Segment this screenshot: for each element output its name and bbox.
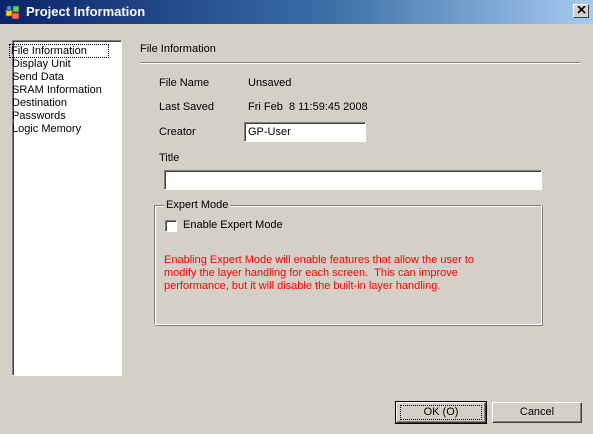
warning-line-1: Enabling Expert Mode will enable feature… xyxy=(164,254,475,266)
nav-item-destination[interactable]: Destination xyxy=(12,97,108,109)
enable-expert-mode-label[interactable]: Enable Expert Mode xyxy=(183,219,283,232)
creator-label: Creator xyxy=(159,126,196,138)
nav-item-display-unit[interactable]: Display Unit xyxy=(12,58,108,70)
warning-line-2: modify the layer handling for each scree… xyxy=(164,267,458,279)
creator-field[interactable] xyxy=(244,122,366,142)
file-name-value: Unsaved xyxy=(248,77,292,89)
close-button[interactable] xyxy=(573,4,589,18)
title-bar[interactable]: Project Information xyxy=(0,0,593,24)
expert-mode-warning: Enabling Expert Mode will enable feature… xyxy=(164,254,534,293)
focus-rectangle xyxy=(400,405,482,420)
cancel-button-label: Cancel xyxy=(519,406,555,418)
nav-item-send-data[interactable]: Send Data xyxy=(12,71,108,83)
expert-mode-group-label: Expert Mode xyxy=(164,199,231,212)
last-saved-value: Fri Feb 8 11:59:45 2008 xyxy=(248,101,368,113)
window-title: Project Information xyxy=(26,4,146,19)
warning-line-3: performance, but it will disable the bui… xyxy=(164,280,441,292)
title-label: Title xyxy=(159,152,180,164)
nav-item-sram-information[interactable]: SRAM Information xyxy=(12,84,108,96)
last-saved-label: Last Saved xyxy=(159,101,215,113)
project-app-icon xyxy=(5,4,21,20)
title-field[interactable] xyxy=(164,170,542,190)
nav-item-logic-memory[interactable]: Logic Memory xyxy=(12,123,108,135)
file-name-label: File Name xyxy=(159,77,210,89)
section-divider xyxy=(140,62,581,64)
cancel-button[interactable]: Cancel xyxy=(492,402,582,423)
close-icon xyxy=(576,5,586,17)
project-information-dialog: Project Information File Information Dis… xyxy=(0,0,593,434)
section-heading: File Information xyxy=(140,43,216,55)
enable-expert-mode-checkbox[interactable] xyxy=(165,220,177,232)
nav-item-passwords[interactable]: Passwords xyxy=(12,110,108,122)
ok-button[interactable]: OK (O) xyxy=(395,401,487,424)
nav-item-file-information[interactable]: File Information xyxy=(9,44,109,58)
